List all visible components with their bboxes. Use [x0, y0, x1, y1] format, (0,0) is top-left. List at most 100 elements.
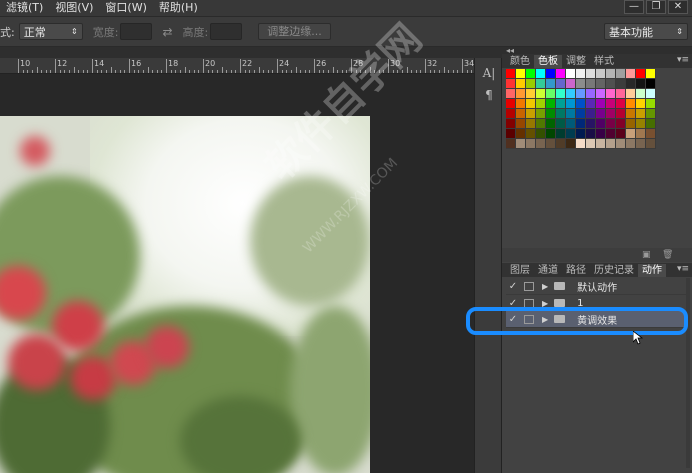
- color-swatch[interactable]: [566, 69, 576, 79]
- color-swatch[interactable]: [556, 79, 566, 89]
- color-swatch[interactable]: [576, 99, 586, 109]
- paragraph-panel-icon[interactable]: ¶: [482, 88, 496, 102]
- color-swatch[interactable]: [646, 139, 656, 149]
- color-swatch[interactable]: [576, 139, 586, 149]
- color-swatch[interactable]: [536, 99, 546, 109]
- color-swatch[interactable]: [546, 69, 556, 79]
- canvas-area[interactable]: [0, 74, 474, 473]
- color-swatch[interactable]: [576, 89, 586, 99]
- color-swatch[interactable]: [626, 99, 636, 109]
- new-swatch-icon[interactable]: ▣: [642, 250, 651, 260]
- color-swatch[interactable]: [566, 99, 576, 109]
- menu-help[interactable]: 帮助(H): [153, 0, 204, 16]
- menu-view[interactable]: 视图(V): [49, 0, 99, 16]
- color-swatch[interactable]: [526, 99, 536, 109]
- style-select[interactable]: 正常 ⇕: [18, 23, 83, 40]
- color-swatch[interactable]: [506, 119, 516, 129]
- color-swatch[interactable]: [626, 129, 636, 139]
- color-swatch[interactable]: [536, 139, 546, 149]
- color-swatch[interactable]: [586, 119, 596, 129]
- color-swatch[interactable]: [516, 129, 526, 139]
- color-swatch[interactable]: [616, 129, 626, 139]
- color-swatch[interactable]: [636, 99, 646, 109]
- color-swatch[interactable]: [546, 89, 556, 99]
- color-swatch[interactable]: [606, 129, 616, 139]
- color-swatch[interactable]: [506, 99, 516, 109]
- color-swatch[interactable]: [616, 139, 626, 149]
- color-swatch[interactable]: [536, 69, 546, 79]
- color-swatch[interactable]: [516, 99, 526, 109]
- color-swatch[interactable]: [506, 69, 516, 79]
- color-swatch[interactable]: [536, 119, 546, 129]
- color-swatch[interactable]: [646, 129, 656, 139]
- color-swatch[interactable]: [526, 119, 536, 129]
- color-swatch[interactable]: [606, 139, 616, 149]
- color-swatch[interactable]: [556, 89, 566, 99]
- color-swatch[interactable]: [506, 129, 516, 139]
- actions-panel-scrollbar[interactable]: [686, 278, 690, 468]
- color-swatch[interactable]: [616, 89, 626, 99]
- color-swatch[interactable]: [576, 119, 586, 129]
- color-swatch[interactable]: [626, 139, 636, 149]
- color-swatch[interactable]: [566, 119, 576, 129]
- color-swatch[interactable]: [566, 139, 576, 149]
- height-field[interactable]: [210, 23, 243, 40]
- color-swatch[interactable]: [596, 109, 606, 119]
- color-swatch[interactable]: [546, 79, 556, 89]
- character-panel-icon[interactable]: A|: [482, 66, 496, 80]
- refine-edge-button[interactable]: 调整边缘...: [258, 23, 331, 40]
- swap-icon[interactable]: ⇄: [162, 25, 172, 39]
- tab-styles[interactable]: 样式: [590, 55, 618, 68]
- color-swatch[interactable]: [646, 109, 656, 119]
- color-swatch[interactable]: [606, 69, 616, 79]
- color-swatch[interactable]: [646, 99, 656, 109]
- color-swatch[interactable]: [546, 99, 556, 109]
- color-swatch[interactable]: [566, 129, 576, 139]
- color-swatch[interactable]: [526, 109, 536, 119]
- color-swatch[interactable]: [556, 69, 566, 79]
- color-swatch[interactable]: [636, 119, 646, 129]
- color-swatch[interactable]: [546, 119, 556, 129]
- color-swatch[interactable]: [516, 109, 526, 119]
- color-swatch[interactable]: [556, 119, 566, 129]
- color-swatch[interactable]: [586, 109, 596, 119]
- tab-adjustments[interactable]: 调整: [562, 55, 590, 68]
- color-swatch[interactable]: [546, 109, 556, 119]
- panel-menu-icon[interactable]: ▾≡: [677, 264, 689, 274]
- restore-icon[interactable]: ❐: [646, 0, 666, 14]
- color-swatch[interactable]: [606, 99, 616, 109]
- color-swatch[interactable]: [646, 79, 656, 89]
- color-swatch[interactable]: [546, 129, 556, 139]
- color-swatch[interactable]: [536, 89, 546, 99]
- workspace-select[interactable]: 基本功能 ⇕: [604, 23, 688, 40]
- color-swatch[interactable]: [606, 109, 616, 119]
- color-swatch[interactable]: [556, 109, 566, 119]
- tab-history[interactable]: 历史记录: [590, 264, 638, 277]
- tab-color[interactable]: 颜色: [506, 55, 534, 68]
- tab-actions[interactable]: 动作: [638, 264, 666, 277]
- tab-swatches[interactable]: 色板: [534, 55, 562, 68]
- color-swatch[interactable]: [646, 69, 656, 79]
- color-swatch[interactable]: [596, 89, 606, 99]
- color-swatch[interactable]: [586, 129, 596, 139]
- tab-paths[interactable]: 路径: [562, 264, 590, 277]
- color-swatch[interactable]: [566, 109, 576, 119]
- color-swatch[interactable]: [606, 119, 616, 129]
- color-swatch[interactable]: [636, 89, 646, 99]
- color-swatch[interactable]: [626, 69, 636, 79]
- color-swatch[interactable]: [616, 119, 626, 129]
- color-swatch[interactable]: [636, 79, 646, 89]
- color-swatch[interactable]: [526, 139, 536, 149]
- color-swatch[interactable]: [586, 79, 596, 89]
- color-swatch[interactable]: [556, 129, 566, 139]
- color-swatch[interactable]: [586, 89, 596, 99]
- color-swatch[interactable]: [616, 69, 626, 79]
- color-swatch[interactable]: [516, 69, 526, 79]
- color-swatch[interactable]: [506, 139, 516, 149]
- color-swatch[interactable]: [636, 139, 646, 149]
- color-swatch[interactable]: [636, 69, 646, 79]
- tab-layers[interactable]: 图层: [506, 264, 534, 277]
- color-swatch[interactable]: [576, 129, 586, 139]
- color-swatch[interactable]: [596, 139, 606, 149]
- color-swatch[interactable]: [536, 129, 546, 139]
